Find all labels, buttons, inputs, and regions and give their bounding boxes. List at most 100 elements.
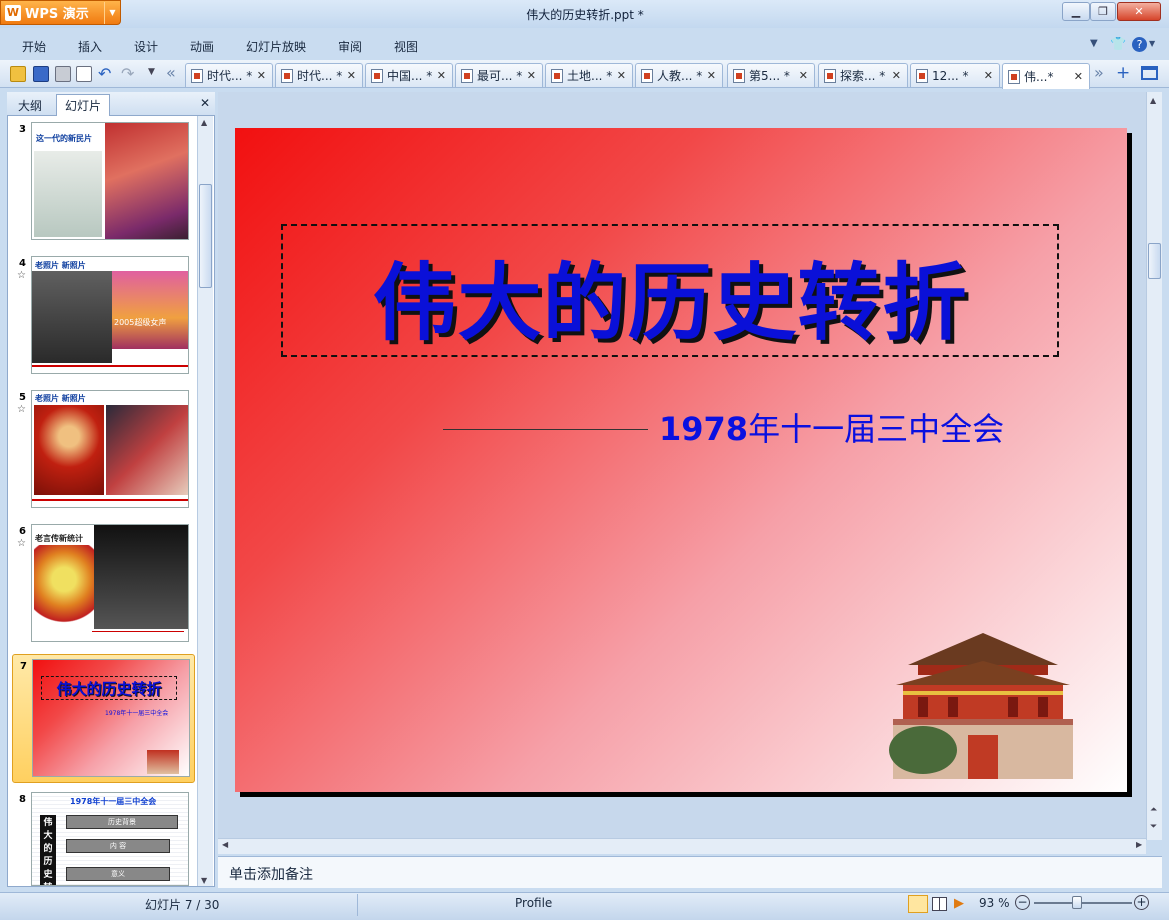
undo-icon[interactable]: ↶ — [98, 64, 111, 83]
close-window-button[interactable]: ✕ — [1117, 2, 1161, 21]
slide-sorter-icon[interactable] — [932, 897, 947, 911]
slide-vertical-scrollbar[interactable] — [1146, 92, 1162, 840]
thumbnail-image: 1978年十一届三中全会 伟大的历史转折 历史背景 内 容 意义 — [31, 792, 189, 886]
scroll-thumb[interactable] — [199, 184, 212, 288]
doc-tab-label: 最可... * — [477, 69, 523, 83]
zoom-slider-thumb[interactable] — [1072, 896, 1082, 909]
menu-insert[interactable]: 插入 — [78, 38, 102, 55]
tab-close-icon[interactable]: ✕ — [617, 69, 626, 82]
slide-thumbnail-5[interactable]: 5 ☆ 老照片 新照片 — [12, 386, 195, 514]
slide-title[interactable]: 伟大的历史转折 — [281, 236, 1059, 357]
next-slide-icon[interactable]: ⏷ — [1150, 822, 1157, 832]
doc-tab-6[interactable]: 人教... * ✕ — [635, 63, 723, 87]
doc-tab-label: 人教... * — [657, 69, 703, 83]
doc-tab-3[interactable]: 中国... * ✕ — [365, 63, 453, 87]
save-icon[interactable] — [33, 66, 49, 82]
doc-tab-4[interactable]: 最可... * ✕ — [455, 63, 543, 87]
menu-view[interactable]: 视图 — [394, 38, 418, 55]
scroll-right-icon[interactable]: ▶ — [1136, 840, 1142, 849]
scroll-up-icon[interactable]: ▲ — [1150, 96, 1156, 105]
menu-slideshow[interactable]: 幻灯片放映 — [246, 38, 306, 55]
normal-view-icon[interactable] — [908, 895, 928, 913]
doc-tab-label: 土地... * — [567, 69, 613, 83]
preview-icon[interactable] — [76, 66, 92, 82]
doc-tab-label: 时代... * — [297, 69, 343, 83]
doc-tab-active[interactable]: 伟...* ✕ — [1002, 63, 1090, 89]
slide-thumbnail-6[interactable]: 6 ☆ 老言传新统计 — [12, 520, 195, 648]
slide-thumbnail-7[interactable]: 7 伟大的历史转折 1978年十一届三中全会 — [12, 654, 195, 783]
help-dropdown-icon[interactable]: ▼ — [1149, 39, 1155, 48]
menu-review[interactable]: 审阅 — [338, 38, 362, 55]
slide-thumbnail-3[interactable]: 3 这一代的新民片 — [12, 118, 195, 246]
prev-slide-icon[interactable]: ⏶ — [1150, 805, 1157, 815]
slide-counter: 幻灯片 7 / 30 — [145, 898, 220, 912]
thumbnail-image: 老照片 新照片 2005超级女声 — [31, 256, 189, 374]
window-title: 伟大的历史转折.ppt * — [526, 8, 644, 22]
tab-slides[interactable]: 幻灯片 — [56, 94, 111, 116]
menu-design[interactable]: 设计 — [134, 38, 158, 55]
notes-pane[interactable] — [218, 856, 1162, 888]
app-menu-dropdown-icon[interactable]: ▼ — [104, 1, 120, 24]
new-tab-icon[interactable]: + — [1116, 63, 1130, 83]
nav-left-icon[interactable]: « — [166, 63, 176, 82]
slide-thumbnail-8[interactable]: 8 1978年十一届三中全会 伟大的历史转折 历史背景 内 容 意义 — [12, 788, 195, 888]
tab-outline[interactable]: 大纲 — [10, 94, 50, 116]
doc-tab-8[interactable]: 探索... * ✕ — [818, 63, 908, 87]
ppt-file-icon — [824, 68, 836, 83]
zoom-out-icon[interactable]: − — [1015, 895, 1030, 910]
ribbon-collapse-icon[interactable]: ▼ — [1090, 38, 1098, 49]
doc-tab-9[interactable]: 12... * ✕ — [910, 63, 1000, 87]
doc-tab-1[interactable]: 时代... * ✕ — [185, 63, 273, 87]
doc-tab-5[interactable]: 土地... * ✕ — [545, 63, 633, 87]
wps-app-button[interactable]: W WPS 演示 ▼ — [0, 0, 121, 25]
scroll-up-icon[interactable]: ▲ — [201, 118, 207, 127]
outline-box-significance: 意义 — [66, 867, 170, 881]
family-photo-new — [105, 123, 188, 239]
help-icon[interactable]: ? — [1132, 37, 1147, 52]
zoom-in-icon[interactable]: + — [1134, 895, 1149, 910]
slide-horizontal-scrollbar[interactable] — [218, 838, 1146, 854]
tab-close-icon[interactable]: ✕ — [347, 69, 356, 82]
open-icon[interactable] — [10, 66, 26, 82]
profile-label: Profile — [515, 896, 553, 910]
menu-animation[interactable]: 动画 — [190, 38, 214, 55]
slideshow-play-icon[interactable]: ▶ — [954, 896, 964, 911]
tab-close-icon[interactable]: ✕ — [799, 69, 808, 82]
window-list-icon[interactable] — [1141, 66, 1158, 80]
nav-right-icon[interactable]: » — [1094, 63, 1104, 82]
doc-tab-7[interactable]: 第5... * ✕ — [727, 63, 815, 87]
redo-icon[interactable]: ↷ — [121, 64, 134, 83]
scroll-left-icon[interactable]: ◀ — [222, 840, 228, 849]
scroll-down-icon[interactable]: ▼ — [201, 876, 207, 885]
tab-close-icon[interactable]: ✕ — [984, 69, 993, 82]
scroll-thumb[interactable] — [1148, 243, 1161, 279]
caption-line — [92, 631, 184, 632]
panel-close-icon[interactable]: ✕ — [200, 96, 210, 110]
slide-thumbnail-4[interactable]: 4 ☆ 老照片 新照片 2005超级女声 — [12, 252, 195, 380]
tab-close-icon[interactable]: ✕ — [527, 69, 536, 82]
minimize-button[interactable]: ▁ — [1062, 2, 1090, 21]
tab-close-icon[interactable]: ✕ — [437, 69, 446, 82]
doc-tab-2[interactable]: 时代... * ✕ — [275, 63, 363, 87]
propaganda-image — [34, 545, 94, 631]
ppt-file-icon — [191, 68, 203, 83]
skin-icon[interactable]: 👕 — [1110, 37, 1126, 52]
slide-subtitle[interactable]: 1978年十一届三中全会 — [659, 404, 1004, 450]
doc-tab-label: 时代... * — [207, 69, 253, 83]
tab-close-icon[interactable]: ✕ — [892, 69, 901, 82]
zoom-level: 93 % — [979, 896, 1010, 910]
toolbar-more-icon[interactable]: ▼ — [148, 67, 155, 77]
zoom-slider-track[interactable] — [1034, 902, 1132, 904]
notes-placeholder[interactable]: 单击添加备注 — [229, 864, 313, 884]
subtitle-dash-line — [443, 429, 648, 430]
maximize-button[interactable]: ❐ — [1090, 2, 1116, 21]
tiananmen-gate-image[interactable] — [888, 625, 1078, 780]
doc-tab-label: 探索... * — [840, 69, 886, 83]
menu-home[interactable]: 开始 — [22, 38, 46, 55]
print-icon[interactable] — [55, 66, 71, 82]
tab-close-icon[interactable]: ✕ — [257, 69, 266, 82]
tab-close-icon[interactable]: ✕ — [1074, 70, 1083, 83]
status-divider — [357, 894, 358, 916]
ppt-file-icon — [641, 68, 653, 83]
tab-close-icon[interactable]: ✕ — [707, 69, 716, 82]
